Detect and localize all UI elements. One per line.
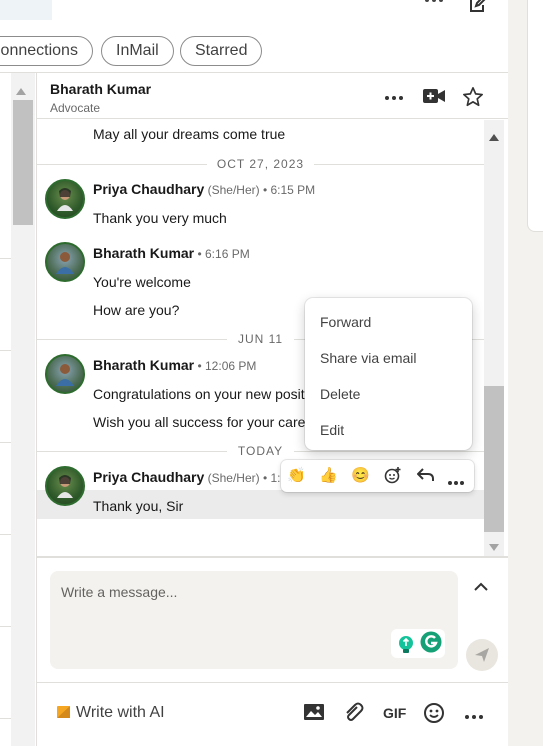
star-icon[interactable] (462, 86, 484, 113)
grammarly-widget[interactable] (391, 629, 445, 658)
conversation-header: Bharath Kumar Advocate (37, 73, 508, 119)
ai-sparkle-icon (57, 705, 71, 724)
avatar-priya[interactable] (45, 466, 85, 506)
reaction-smile[interactable]: 😊 (351, 467, 370, 485)
divider (0, 626, 11, 627)
scroll-up-arrow-icon[interactable] (489, 128, 499, 146)
message-input[interactable] (61, 584, 391, 600)
divider (0, 442, 11, 443)
divider (0, 534, 11, 535)
contact-headline: Advocate (50, 101, 101, 115)
message-text: Thank you very much (93, 210, 227, 226)
message-text: Congratulations on your new position (93, 386, 324, 402)
scroll-down-arrow-icon[interactable] (489, 539, 499, 557)
divider (0, 718, 11, 719)
reaction-bar: 👏 👍 😊 (281, 460, 474, 492)
divider (37, 556, 508, 558)
add-reaction-icon[interactable] (384, 466, 402, 489)
date-separator: OCT 27, 2023 (37, 157, 484, 171)
send-button[interactable] (466, 639, 498, 671)
menu-item-edit[interactable]: Edit (320, 422, 344, 438)
expand-composer-icon[interactable] (469, 575, 493, 599)
message-text: Wish you all success for your career (93, 414, 318, 430)
reaction-thumbs-up[interactable]: 👍 (319, 467, 338, 485)
scroll-up-arrow-icon[interactable] (16, 82, 26, 100)
message-sender[interactable]: Bharath Kumar • 6:16 PM (93, 245, 250, 261)
date-label: OCT 27, 2023 (216, 157, 305, 171)
filter-connections[interactable]: Connections (0, 36, 93, 66)
message-text: You're welcome (93, 274, 191, 290)
more-options-icon[interactable] (463, 708, 485, 730)
message-sender[interactable]: Priya Chaudhary (She/Her) • 1:31 (93, 469, 294, 485)
message-context-menu: Forward Share via email Delete Edit (305, 298, 472, 450)
divider (37, 682, 508, 683)
message-meta: • 6:16 PM (194, 247, 250, 261)
more-actions-icon[interactable] (447, 473, 465, 491)
conversation-list-scroll-thumb[interactable] (13, 100, 33, 225)
avatar-bharath[interactable] (45, 354, 85, 394)
message-meta: • 12:06 PM (194, 359, 257, 373)
date-label: JUN 11 (237, 332, 284, 346)
menu-item-delete[interactable]: Delete (320, 386, 360, 402)
filter-inmail[interactable]: InMail (101, 36, 174, 66)
menu-item-forward[interactable]: Forward (320, 314, 371, 330)
side-card-edge (527, 0, 543, 232)
write-with-ai-label: Write with AI (76, 704, 165, 721)
message-sender[interactable]: Priya Chaudhary (She/Her) • 6:15 PM (93, 181, 315, 197)
emoji-icon[interactable] (423, 702, 445, 724)
gif-button[interactable]: GIF (383, 705, 406, 727)
message-text: How are you? (93, 302, 180, 318)
compose-icon[interactable] (468, 0, 488, 19)
paperclip-icon[interactable] (343, 702, 365, 724)
reaction-clap[interactable]: 👏 (287, 467, 306, 485)
image-icon[interactable] (303, 702, 325, 724)
filter-starred[interactable]: Starred (180, 36, 263, 66)
avatar-priya[interactable] (45, 179, 85, 219)
reply-icon[interactable] (416, 467, 435, 488)
messaging-app: Connections InMail Starred Bharath Kumar… (0, 0, 508, 746)
video-call-icon[interactable] (423, 88, 445, 109)
message-text: May all your dreams come true (93, 126, 286, 142)
selected-list-item-fragment (0, 0, 52, 20)
more-options-icon[interactable] (423, 0, 445, 13)
date-label: TODAY (237, 444, 284, 458)
lightbulb-icon[interactable] (397, 635, 415, 660)
avatar-bharath[interactable] (45, 242, 85, 282)
grammarly-icon[interactable] (420, 631, 442, 658)
filter-pills: Connections InMail Starred (0, 32, 508, 70)
message-sender[interactable]: Bharath Kumar • 12:06 PM (93, 357, 256, 373)
message-meta: (She/Her) • 6:15 PM (204, 183, 316, 197)
thread-scroll-thumb[interactable] (484, 386, 504, 532)
contact-name[interactable]: Bharath Kumar (50, 81, 151, 97)
menu-item-share-via-email[interactable]: Share via email (320, 350, 417, 366)
conversation-more-icon[interactable] (383, 89, 405, 107)
divider (0, 258, 11, 259)
send-icon (474, 647, 490, 668)
divider (0, 350, 11, 351)
message-text: Thank you, Sir (93, 498, 184, 514)
write-with-ai-button[interactable]: Write with AI (57, 704, 165, 724)
